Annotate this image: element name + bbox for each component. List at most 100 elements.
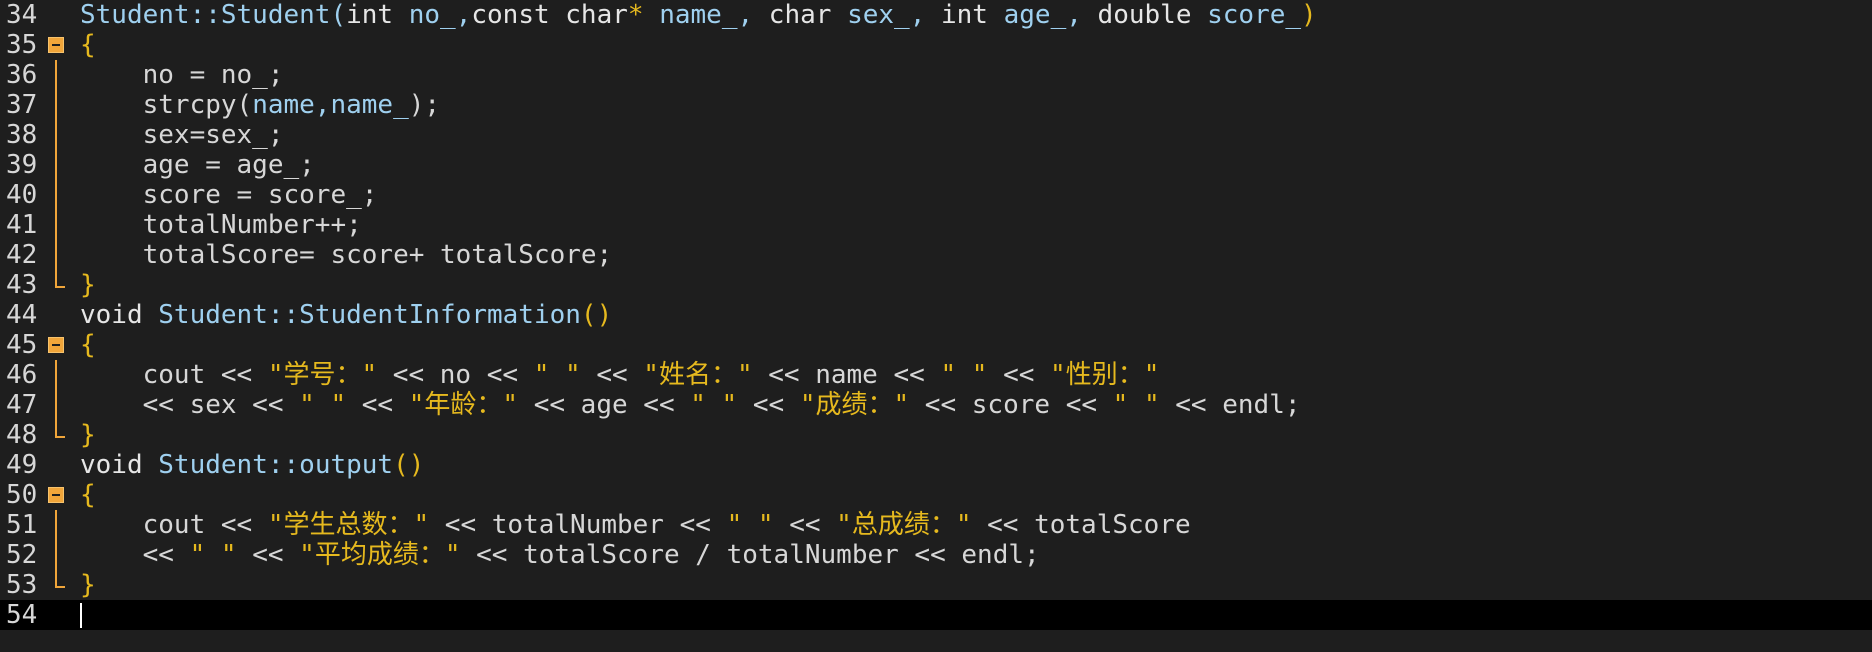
code-line-current[interactable]: 54 xyxy=(0,600,1872,630)
line-number: 45 xyxy=(6,330,38,360)
line-number: 54 xyxy=(6,600,38,630)
line-number: 37 xyxy=(6,90,38,120)
code-token: Student::StudentInformation xyxy=(158,300,581,330)
fold-end-marker xyxy=(55,420,65,438)
code-text[interactable]: << " " << "平均成绩：" << totalScore / totalN… xyxy=(80,540,1040,570)
code-token: "总成绩：" xyxy=(836,510,972,540)
code-text[interactable]: void Student::StudentInformation() xyxy=(80,300,612,330)
code-token: << age << xyxy=(518,390,691,420)
code-text[interactable]: { xyxy=(80,30,96,60)
line-number: 47 xyxy=(6,390,38,420)
line-number: 34 xyxy=(6,0,38,30)
code-token: no_, xyxy=(408,0,472,30)
code-token: << xyxy=(236,540,300,570)
code-text[interactable]: << sex << " " << "年龄：" << age << " " << … xyxy=(80,390,1301,420)
code-token: int xyxy=(941,0,1004,30)
code-text[interactable]: score = score_; xyxy=(80,180,378,210)
code-token: cout << xyxy=(80,360,268,390)
code-line[interactable]: 42 totalScore= score+ totalScore; xyxy=(0,240,1872,270)
code-line[interactable]: 46 cout << "学号：" << no << " " << "姓名：" <… xyxy=(0,360,1872,390)
code-token: " " xyxy=(1112,390,1160,420)
code-token: << sex << xyxy=(80,390,300,420)
code-token: totalScore= score+ totalScore; xyxy=(80,240,613,270)
code-line[interactable]: 45 { xyxy=(0,330,1872,360)
fold-collapse-icon[interactable] xyxy=(48,337,64,353)
code-line[interactable]: 41 totalNumber++; xyxy=(0,210,1872,240)
code-line[interactable]: 40 score = score_; xyxy=(0,180,1872,210)
code-text[interactable]: totalScore= score+ totalScore; xyxy=(80,240,613,270)
code-editor[interactable]: 34 Student::Student(int no_,const char* n… xyxy=(0,0,1872,652)
code-line[interactable]: 39 age = age_; xyxy=(0,150,1872,180)
code-token: cout << xyxy=(80,510,268,540)
line-number: 44 xyxy=(6,300,38,330)
fold-guide-line xyxy=(55,180,57,210)
code-line[interactable]: 36 no = no_; xyxy=(0,60,1872,90)
code-text[interactable]: void Student::output() xyxy=(80,450,424,480)
code-line[interactable]: 38 sex=sex_; xyxy=(0,120,1872,150)
fold-collapse-icon[interactable] xyxy=(48,37,64,53)
code-token: score_ xyxy=(1207,0,1302,30)
fold-guide-line xyxy=(55,540,57,570)
code-line[interactable]: 37 strcpy(name,name_); xyxy=(0,90,1872,120)
code-text[interactable]: totalNumber++; xyxy=(80,210,362,240)
code-line[interactable]: 35 { xyxy=(0,30,1872,60)
code-token: << totalScore / totalNumber << endl; xyxy=(460,540,1040,570)
code-line[interactable]: 50 { xyxy=(0,480,1872,510)
code-text[interactable]: cout << "学号：" << no << " " << "姓名：" << n… xyxy=(80,360,1160,390)
code-line[interactable]: 49 void Student::output() xyxy=(0,450,1872,480)
code-token: "学号：" xyxy=(267,360,378,390)
code-text[interactable]: sex=sex_; xyxy=(80,120,284,150)
fold-collapse-icon[interactable] xyxy=(48,487,64,503)
code-token: "成绩：" xyxy=(799,390,910,420)
fold-guide-line xyxy=(55,240,57,270)
code-token: sex=sex_; xyxy=(80,120,284,150)
code-line[interactable]: 43} xyxy=(0,270,1872,300)
code-token: Student::output xyxy=(158,450,394,480)
code-text[interactable]: Student::Student(int no_,const char* nam… xyxy=(80,0,1317,30)
line-number: 36 xyxy=(6,60,38,90)
code-token: << totalNumber << xyxy=(429,510,727,540)
code-line[interactable]: 53} xyxy=(0,570,1872,600)
code-token: << xyxy=(80,540,190,570)
code-line[interactable]: 48} xyxy=(0,420,1872,450)
fold-guide-line xyxy=(55,120,57,150)
code-text[interactable]: strcpy(name,name_); xyxy=(80,90,440,120)
code-token: << endl; xyxy=(1159,390,1301,420)
code-line[interactable]: 51 cout << "学生总数：" << totalNumber << " "… xyxy=(0,510,1872,540)
code-text[interactable]: { xyxy=(80,330,96,360)
code-line[interactable]: 52 << " " << "平均成绩：" << totalScore / tot… xyxy=(0,540,1872,570)
fold-guide-line xyxy=(55,390,57,420)
fold-guide-line xyxy=(55,60,57,90)
code-text[interactable]: { xyxy=(80,480,96,510)
code-token: score = score_; xyxy=(80,180,378,210)
code-token: name_, xyxy=(659,0,769,30)
code-text[interactable]: } xyxy=(80,420,96,450)
code-line[interactable]: 47 << sex << " " << "年龄：" << age << " " … xyxy=(0,390,1872,420)
code-text[interactable]: } xyxy=(80,270,96,300)
code-token: << xyxy=(580,360,644,390)
code-token: void xyxy=(80,300,159,330)
code-token: name,name_ xyxy=(252,90,409,120)
code-token: * xyxy=(627,0,660,30)
code-token: age = age_; xyxy=(80,150,315,180)
code-token: age_, xyxy=(1003,0,1098,30)
line-number: 48 xyxy=(6,420,38,450)
code-token: "性别：" xyxy=(1050,360,1160,390)
fold-guide-line xyxy=(55,360,57,390)
fold-end-marker xyxy=(55,270,65,288)
code-token: " " xyxy=(726,510,774,540)
code-token: Student::Student( xyxy=(80,0,347,30)
code-token: strcpy( xyxy=(80,90,253,120)
code-token: { xyxy=(80,330,96,360)
code-text[interactable]: age = age_; xyxy=(80,150,315,180)
fold-end-marker xyxy=(55,570,65,588)
code-token: << xyxy=(773,510,837,540)
code-line[interactable]: 34 Student::Student(int no_,const char* n… xyxy=(0,0,1872,30)
code-line[interactable]: 44 void Student::StudentInformation() xyxy=(0,300,1872,330)
code-text[interactable]: no = no_; xyxy=(80,60,284,90)
line-number: 52 xyxy=(6,540,38,570)
line-number: 38 xyxy=(6,120,38,150)
fold-guide-line xyxy=(55,510,57,540)
code-text[interactable]: cout << "学生总数：" << totalNumber << " " <<… xyxy=(80,510,1191,540)
code-text[interactable]: } xyxy=(80,570,96,600)
